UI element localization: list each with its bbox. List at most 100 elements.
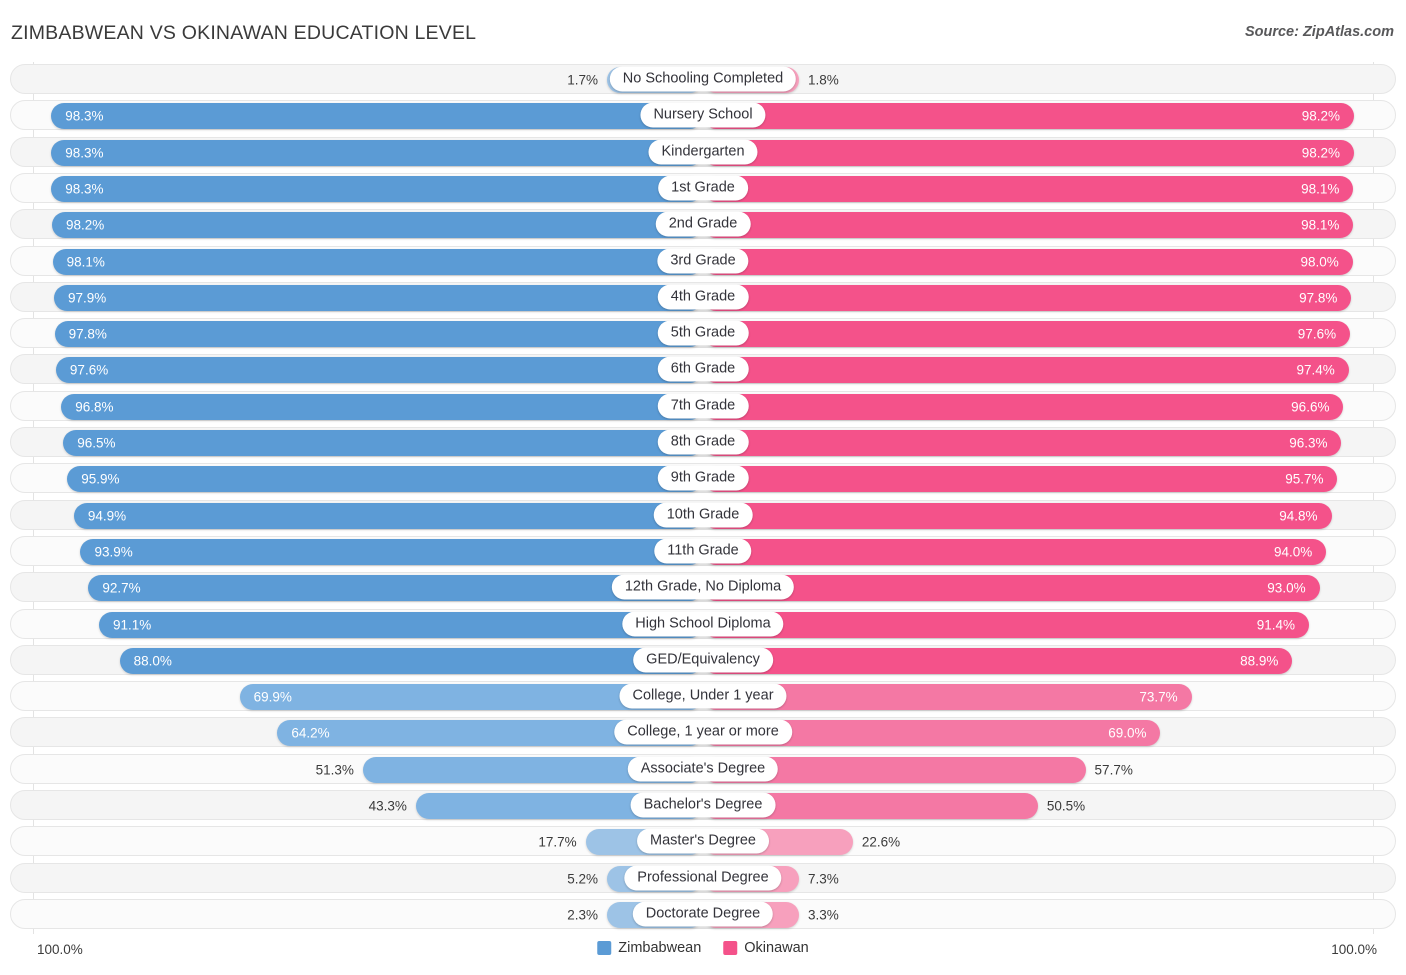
bar-zimbabwean: 98.3% <box>51 175 703 202</box>
bar-okinawan: 98.1% <box>703 212 1354 239</box>
bar-value-label: 94.0% <box>1273 544 1313 560</box>
bar-value-label: 1.7% <box>567 72 598 88</box>
bar-value-label: 95.7% <box>1285 471 1324 487</box>
chart-row: 88.0% 88.9% GED/Equivalency <box>10 644 1396 675</box>
bar-value-label: 98.2% <box>65 217 105 233</box>
bar-okinawan: 98.1% <box>703 175 1354 202</box>
category-label: High School Diploma <box>622 611 784 636</box>
chart-legend: Zimbabwean Okinawan <box>597 940 809 956</box>
chart-plot-area: 1.7% 1.8% No Schooling Completed 98.3% 98.2%… <box>0 62 1406 934</box>
category-label: 9th Grade <box>657 465 749 491</box>
legend-item[interactable]: Okinawan <box>723 940 809 956</box>
chart-row: 98.3% 98.1% 1st Grade <box>10 172 1396 203</box>
bar-zimbabwean: 97.9% <box>53 284 703 311</box>
bar-okinawan: 97.6% <box>703 321 1351 348</box>
chart-row: 2.3% 3.3% Doctorate Degree <box>10 898 1396 929</box>
category-label: 10th Grade <box>653 502 753 528</box>
category-label: Kindergarten <box>648 139 758 165</box>
category-label: Nursery School <box>640 102 766 128</box>
bar-value-label: 69.9% <box>253 689 292 705</box>
legend-item[interactable]: Zimbabwean <box>597 940 701 956</box>
bar-value-label: 97.4% <box>1296 362 1335 378</box>
chart-row: 69.9% 73.7% College, Under 1 year <box>10 681 1396 712</box>
bar-value-label: 88.0% <box>133 653 172 669</box>
bar-value-label: 17.7% <box>538 834 577 850</box>
chart-row: 96.5% 96.3% 8th Grade <box>10 427 1396 457</box>
bar-value-label: 98.3% <box>65 144 104 160</box>
bar-zimbabwean: 92.7% <box>88 575 703 602</box>
category-label: GED/Equivalency <box>633 647 773 673</box>
axis-label-right: 100.0% <box>1331 942 1377 957</box>
chart-row: 93.9% 94.0% 11th Grade <box>10 535 1396 566</box>
bar-value-label: 97.6% <box>1297 326 1337 342</box>
bar-value-label: 98.1% <box>1301 217 1340 233</box>
legend-label: Zimbabwean <box>618 940 702 956</box>
bar-value-label: 96.8% <box>75 398 114 414</box>
chart-row: 94.9% 94.8% 10th Grade <box>10 499 1396 530</box>
bar-value-label: 92.7% <box>102 580 141 596</box>
bar-value-label: 51.3% <box>315 761 354 777</box>
bar-value-label: 98.0% <box>1300 253 1339 269</box>
axis-label-left: 100.0% <box>37 942 83 957</box>
bar-okinawan: 97.4% <box>703 357 1349 384</box>
chart-row: 98.3% 98.2% Nursery School <box>10 100 1396 131</box>
bar-okinawan: 93.0% <box>703 575 1320 602</box>
chart-footer: 100.0% 100.0% Zimbabwean Okinawan <box>0 934 1406 975</box>
bar-value-label: 98.3% <box>65 181 104 197</box>
bar-value-label: 3.3% <box>808 907 839 923</box>
bar-value-label: 98.1% <box>66 253 105 269</box>
bar-value-label: 98.2% <box>1301 144 1341 160</box>
category-label: 12th Grade, No Diploma <box>611 574 795 600</box>
bar-zimbabwean: 98.2% <box>51 212 703 239</box>
bar-value-label: 98.2% <box>1301 108 1341 124</box>
bar-zimbabwean: 96.8% <box>61 393 703 420</box>
bar-okinawan: 88.9% <box>703 647 1293 674</box>
chart-row: 1.7% 1.8% No Schooling Completed <box>10 64 1396 94</box>
chart-row: 91.1% 91.4% High School Diploma <box>10 608 1396 639</box>
chart-row: 92.7% 93.0% 12th Grade, No Diploma <box>10 572 1396 603</box>
category-label: 7th Grade <box>657 393 749 419</box>
bar-okinawan: 98.0% <box>703 248 1353 275</box>
bar-value-label: 93.0% <box>1267 580 1306 596</box>
bar-value-label: 73.7% <box>1139 689 1178 705</box>
bar-value-label: 98.3% <box>65 108 104 124</box>
chart-row: 95.9% 95.7% 9th Grade <box>10 463 1396 494</box>
bar-value-label: 94.8% <box>1279 507 1318 523</box>
bar-okinawan: 98.2% <box>703 103 1355 130</box>
page-title: ZIMBABWEAN VS OKINAWAN EDUCATION LEVEL <box>11 22 477 44</box>
bar-value-label: 50.5% <box>1046 798 1086 814</box>
category-label: No Schooling Completed <box>609 66 797 92</box>
bar-zimbabwean: 98.3% <box>51 139 703 166</box>
bar-okinawan: 97.8% <box>703 284 1352 311</box>
category-label: College, 1 year or more <box>614 719 792 745</box>
source-attribution: Source: ZipAtlas.com <box>1244 24 1394 40</box>
bar-value-label: 7.3% <box>808 870 839 886</box>
bar-value-label: 91.4% <box>1256 616 1295 632</box>
bar-zimbabwean: 97.8% <box>54 321 703 348</box>
chart-row: 98.3% 98.2% Kindergarten <box>10 136 1396 167</box>
bar-zimbabwean: 88.0% <box>119 647 703 674</box>
bar-value-label: 95.9% <box>81 471 120 487</box>
bar-okinawan: 91.4% <box>703 611 1309 638</box>
bar-value-label: 91.1% <box>113 616 152 632</box>
bar-value-label: 96.3% <box>1289 435 1328 451</box>
bar-value-label: 97.9% <box>67 290 107 306</box>
legend-swatch-icon <box>597 941 612 955</box>
chart-row: 97.8% 97.6% 5th Grade <box>10 318 1396 349</box>
bar-zimbabwean: 91.1% <box>99 611 703 638</box>
bar-value-label: 96.5% <box>77 435 116 451</box>
category-label: 6th Grade <box>657 356 749 382</box>
legend-label: Okinawan <box>744 940 809 956</box>
bar-value-label: 5.2% <box>567 870 598 886</box>
category-label: 3rd Grade <box>657 248 749 273</box>
legend-swatch-icon <box>723 941 738 955</box>
bar-okinawan: 95.7% <box>703 466 1338 493</box>
bar-value-label: 97.8% <box>1299 290 1338 306</box>
chart-row: 5.2% 7.3% Professional Degree <box>10 862 1396 893</box>
bar-okinawan: 94.8% <box>703 502 1332 529</box>
bar-zimbabwean: 94.9% <box>73 502 703 529</box>
chart-header: ZIMBABWEAN VS OKINAWAN EDUCATION LEVEL S… <box>0 0 1406 60</box>
bar-value-label: 98.1% <box>1301 181 1340 197</box>
category-label: Bachelor's Degree <box>630 792 776 818</box>
category-label: 8th Grade <box>657 429 749 455</box>
